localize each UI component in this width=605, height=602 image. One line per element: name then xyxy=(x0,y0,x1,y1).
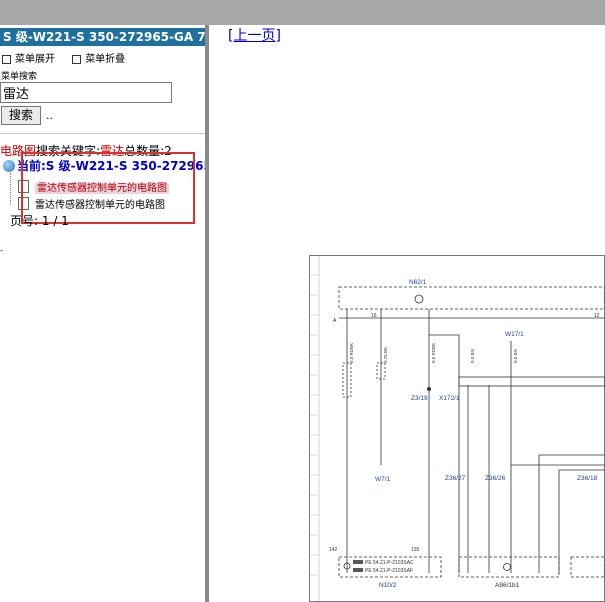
wire-label-1: 0.5 RDBK xyxy=(349,343,354,363)
wiring-diagram: N62/1 A 16 12 0.5 RDBK 0.75 BK 0.5 RDBK … xyxy=(309,255,605,602)
label-a86: A86/1b1 xyxy=(495,582,520,589)
label-z36-18: Z36/18 xyxy=(577,475,598,482)
label-w17: W17/1 xyxy=(505,331,524,338)
pe-reference-1[interactable]: PE 54.21-P-2103SAC xyxy=(365,560,414,566)
label-pin-142: 142 xyxy=(329,547,338,553)
search-input[interactable] xyxy=(0,82,172,103)
label-z36-27: Z36/27 xyxy=(445,475,466,482)
label-n62: N62/1 xyxy=(409,279,427,286)
junction-dot xyxy=(427,387,431,391)
search-label: 菜单搜索 xyxy=(1,72,38,82)
pe-link-icon[interactable] xyxy=(353,560,363,564)
wire-label-2: 0.75 BK xyxy=(383,347,388,363)
menu-collapse-button[interactable]: 菜单折叠 xyxy=(72,54,125,65)
wire-label-3: 0.5 RDBK xyxy=(431,343,436,363)
label-z36-26: Z36/26 xyxy=(485,475,506,482)
label-pin-135: 135 xyxy=(411,547,420,553)
menu-controls: 菜单展开 菜单折叠 xyxy=(2,50,139,65)
stray-mark: - xyxy=(0,246,4,256)
page-indicator: 页号: 1 / 1 xyxy=(10,212,69,229)
prev-page-link[interactable]: [上一页] xyxy=(228,25,281,45)
expand-icon xyxy=(2,54,11,64)
wire-label-5: 0.5 BN xyxy=(513,349,518,363)
top-gray-bar xyxy=(0,0,605,25)
label-z3: Z3/19 xyxy=(411,395,428,402)
diagram-frame xyxy=(309,255,605,602)
label-w7: W7/1 xyxy=(375,476,391,483)
menu-expand-button[interactable]: 菜单展开 xyxy=(2,54,55,65)
page-value: 1 / 1 xyxy=(41,214,69,228)
tree-connector xyxy=(10,173,12,205)
sidebar-title: S 级-W221-S 350-272965-GA 7229 xyxy=(0,28,205,46)
label-x172: X172/1 xyxy=(439,395,460,402)
pe-reference-2[interactable]: PE 54.21-P-2103SAF xyxy=(365,568,413,574)
label-n10: N10/2 xyxy=(379,582,397,589)
page-label: 页号: xyxy=(10,214,39,228)
globe-icon xyxy=(3,160,15,172)
pe-link-icon[interactable] xyxy=(353,568,363,572)
search-button[interactable]: 搜索 xyxy=(1,106,41,125)
sidebar-panel: S 级-W221-S 350-272965-GA 7229 菜单展开 菜单折叠 … xyxy=(0,25,205,602)
content-panel: [上一页] N62/1 A 16 12 0.5 RDBK 0.75 BK 0.5… xyxy=(209,25,605,602)
divider xyxy=(0,133,205,134)
wire-label-4: 0.5 BN xyxy=(470,349,475,363)
collapse-icon xyxy=(72,54,82,64)
search-more: .. xyxy=(46,109,53,122)
